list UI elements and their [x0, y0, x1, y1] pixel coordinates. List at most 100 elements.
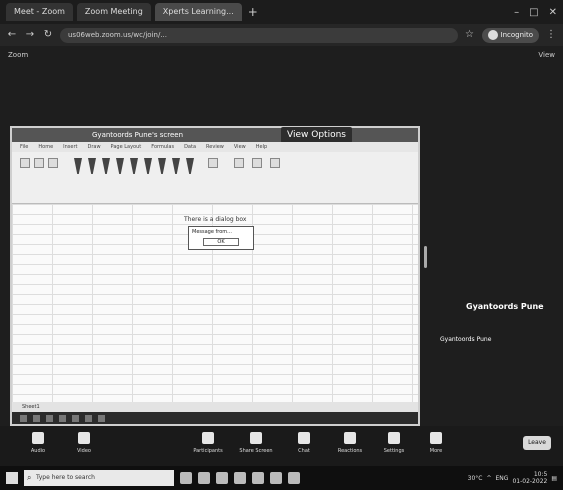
find-icon	[252, 158, 262, 168]
close-icon[interactable]: ✕	[549, 7, 557, 18]
chevron-up-icon[interactable]: ^	[486, 475, 491, 482]
view-button[interactable]: View	[538, 51, 555, 59]
ribbon-tab: View	[233, 144, 246, 150]
filter-icon	[116, 158, 124, 174]
taskbar-app-icon	[85, 414, 92, 422]
format-icon	[34, 158, 44, 168]
reload-icon[interactable]: ↻	[42, 29, 54, 41]
windows-start-icon[interactable]	[6, 472, 18, 484]
sheet-tab-bar: Sheet1	[12, 402, 418, 412]
date-label: 01-02-2022	[512, 478, 548, 485]
popup-text: Message from...	[192, 229, 232, 235]
menu-icon[interactable]: ⋮	[545, 29, 557, 41]
split-resize-handle[interactable]	[424, 246, 427, 268]
filter-icon	[74, 158, 82, 174]
meeting-top-bar: Zoom View	[0, 46, 563, 64]
avatar	[487, 30, 498, 40]
taskbar-app-icon	[98, 414, 105, 422]
more-button[interactable]: More	[416, 432, 456, 454]
filter-icon	[88, 158, 96, 174]
participants-icon	[202, 432, 214, 444]
reactions-button[interactable]: Reactions	[330, 432, 370, 454]
settings-label: Settings	[383, 448, 405, 454]
share-label: Share Screen	[239, 448, 273, 454]
participant-label: Gyantoords Pune	[440, 336, 492, 343]
time-label: 10:5	[533, 471, 548, 478]
sum-icon	[208, 158, 218, 168]
leave-button[interactable]: Leave	[523, 436, 551, 450]
file-explorer-icon[interactable]	[198, 472, 210, 484]
weather-label[interactable]: 30°C	[468, 475, 483, 482]
shared-taskbar	[12, 412, 418, 424]
taskbar-app-icon	[72, 414, 79, 422]
url-input[interactable]: us06web.zoom.us/wc/join/...	[60, 27, 458, 43]
minimize-icon[interactable]: –	[514, 7, 519, 18]
microphone-icon	[32, 432, 44, 444]
zoom-icon[interactable]	[252, 472, 264, 484]
taskbar-app-icon	[46, 414, 53, 422]
reactions-icon	[344, 432, 356, 444]
browser-tab-bar: Meet - Zoom Zoom Meeting Xperts Learning…	[0, 0, 563, 24]
filter-icon	[130, 158, 138, 174]
chat-button[interactable]: Chat	[284, 432, 324, 454]
browser-tab[interactable]: Zoom Meeting	[76, 3, 151, 21]
share-icon	[250, 432, 262, 444]
filter-icon	[144, 158, 152, 174]
chat-icon	[298, 432, 310, 444]
address-bar-row: ← → ↻ us06web.zoom.us/wc/join/... ☆ Inco…	[0, 24, 563, 46]
meeting-area: Zoom View Gyantoords Pune's screen View …	[0, 46, 563, 426]
profile-label: Incognito	[500, 30, 533, 39]
windows-taskbar: Type here to search 30°C ^ ENG 10:5 01-0…	[0, 466, 563, 490]
browser-tab[interactable]: Meet - Zoom	[6, 3, 73, 21]
maximize-icon[interactable]: □	[529, 7, 538, 18]
excel-icon[interactable]	[288, 472, 300, 484]
settings-button[interactable]: Settings	[374, 432, 414, 454]
store-icon[interactable]	[216, 472, 228, 484]
participants-button[interactable]: Participants	[188, 432, 228, 454]
cell-note: There is a dialog box	[184, 216, 247, 223]
camera-icon	[78, 432, 90, 444]
meeting-controls: Audio Video Participants Share Screen Ch…	[0, 426, 563, 466]
ribbon-tab: Page Layout	[110, 144, 142, 150]
ribbon-toolbar	[12, 152, 418, 204]
meeting-info[interactable]: Zoom	[8, 51, 28, 59]
ribbon-tab: Draw	[87, 144, 101, 150]
star-icon[interactable]: ☆	[464, 29, 476, 41]
clock[interactable]: 10:5 01-02-2022	[512, 471, 547, 485]
task-view-icon[interactable]	[180, 472, 192, 484]
dialog-popup: Message from... OK	[188, 226, 254, 250]
ribbon-tab: Home	[38, 144, 54, 150]
profile-button[interactable]: Incognito	[481, 27, 539, 43]
ribbon-tab: Data	[184, 144, 197, 150]
ribbon-tab: Help	[255, 144, 268, 150]
popup-ok-button[interactable]: OK	[203, 238, 239, 246]
format-icon	[48, 158, 58, 168]
back-icon[interactable]: ←	[6, 29, 18, 41]
audio-label: Audio	[30, 448, 46, 454]
browser-tab-active[interactable]: Xperts Learning...	[154, 3, 242, 21]
chrome-icon[interactable]	[270, 472, 282, 484]
video-label: Video	[76, 448, 91, 454]
shared-screen: Gyantoords Pune's screen View Options Fi…	[10, 126, 420, 426]
ribbon-tabs: File Home Insert Draw Page Layout Formul…	[12, 142, 418, 152]
share-screen-button[interactable]: Share Screen	[236, 432, 276, 454]
view-options-button[interactable]: View Options	[281, 127, 352, 143]
ribbon-tab: Review	[206, 144, 224, 150]
forward-icon[interactable]: →	[24, 29, 36, 41]
language-label[interactable]: ENG	[496, 475, 509, 482]
audio-button[interactable]: Audio	[18, 432, 58, 454]
new-tab-icon[interactable]: +	[246, 5, 260, 19]
filter-icon	[172, 158, 180, 174]
more-icon	[430, 432, 442, 444]
notification-icon[interactable]: ▤	[551, 475, 557, 482]
sheet-tab: Sheet1	[22, 404, 40, 410]
ribbon-tab: Formulas	[151, 144, 175, 150]
sort-icon	[234, 158, 244, 168]
filter-icon	[102, 158, 110, 174]
participant-name: Gyantoords Pune	[466, 302, 544, 311]
ribbon-tab: File	[20, 144, 29, 150]
mail-icon[interactable]	[234, 472, 246, 484]
video-button[interactable]: Video	[64, 432, 104, 454]
taskbar-search[interactable]: Type here to search	[24, 470, 174, 486]
more-label: More	[429, 448, 443, 454]
